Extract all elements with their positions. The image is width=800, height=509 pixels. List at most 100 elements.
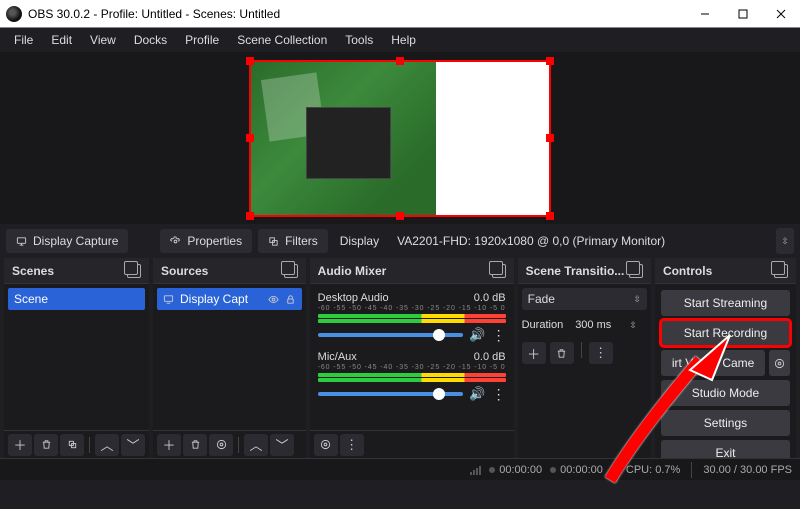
gear-icon	[216, 439, 227, 450]
rec-status-icon	[550, 467, 556, 473]
audio-meter	[318, 319, 506, 323]
audio-scale: -60 -55 -50 -45 -40 -35 -30 -25 -20 -15 …	[318, 364, 506, 371]
source-item-label: Display Capt	[180, 292, 248, 306]
scene-down-button[interactable]: ﹀	[121, 434, 145, 456]
add-transition-button[interactable]: ＋	[522, 342, 546, 364]
window-titlebar: OBS 30.0.2 - Profile: Untitled - Scenes:…	[0, 0, 800, 28]
filters-icon	[268, 236, 279, 247]
detach-icon[interactable]	[629, 264, 643, 278]
lock-icon[interactable]	[285, 294, 296, 305]
audio-menu-button[interactable]: ⋮	[492, 331, 506, 339]
menu-scene-collection[interactable]: Scene Collection	[229, 31, 335, 49]
menubar: FileEditViewDocksProfileScene Collection…	[0, 28, 800, 52]
detach-icon[interactable]	[492, 264, 506, 278]
audio-channel-level: 0.0 dB	[474, 351, 506, 363]
virtual-camera-settings-button[interactable]	[769, 350, 790, 376]
source-settings-button[interactable]	[209, 434, 233, 456]
volume-slider[interactable]	[318, 392, 464, 396]
signal-icon	[470, 465, 481, 475]
capture-source-chip[interactable]: Display Capture	[6, 229, 128, 253]
trash-icon	[41, 439, 52, 450]
recording-timer: 00:00:00	[560, 464, 603, 476]
sources-title: Sources	[161, 264, 208, 278]
speaker-icon[interactable]: 🔊	[469, 327, 485, 343]
studio-mode-button[interactable]: Studio Mode	[661, 380, 790, 406]
spinner-icon: ⇳	[633, 294, 641, 305]
start-streaming-button[interactable]: Start Streaming	[661, 290, 790, 316]
menu-edit[interactable]: Edit	[43, 31, 80, 49]
transition-select[interactable]: Fade ⇳	[522, 288, 647, 310]
audio-scale: -60 -55 -50 -45 -40 -35 -30 -25 -20 -15 …	[318, 305, 506, 312]
menu-docks[interactable]: Docks	[126, 31, 175, 49]
preview-stage[interactable]	[0, 52, 800, 224]
audio-channel-name: Mic/Aux	[318, 351, 357, 363]
display-label: Display	[334, 234, 385, 248]
rec-status-icon	[489, 467, 495, 473]
add-source-button[interactable]: ＋	[157, 434, 181, 456]
transitions-title: Scene Transitio...	[526, 264, 625, 278]
exit-button[interactable]: Exit	[661, 440, 790, 458]
transition-menu-button[interactable]: ⋮	[589, 342, 613, 364]
display-spinner[interactable]: ⇳	[776, 228, 794, 254]
cpu-usage: CPU: 0.7%	[626, 464, 680, 476]
preview-source-box[interactable]	[250, 61, 550, 216]
gear-icon	[774, 358, 785, 369]
menu-help[interactable]: Help	[383, 31, 424, 49]
detach-icon[interactable]	[127, 264, 141, 278]
scenes-panel: Scenes Scene ＋ ︿ ﹀	[4, 258, 149, 458]
filter-icon	[67, 439, 78, 450]
volume-slider[interactable]	[318, 333, 464, 337]
monitor-icon	[16, 236, 27, 247]
audio-menu-button[interactable]: ⋮	[492, 390, 506, 398]
speaker-icon[interactable]: 🔊	[469, 386, 485, 402]
audio-channel-level: 0.0 dB	[474, 292, 506, 304]
preview-content	[250, 61, 550, 216]
properties-button[interactable]: Properties	[160, 229, 252, 253]
gear-icon	[320, 439, 331, 450]
duration-input[interactable]: 300 ms	[569, 316, 623, 334]
transitions-panel: Scene Transitio... Fade ⇳ Duration 300 m…	[518, 258, 651, 458]
audio-channel: Desktop Audio 0.0 dB-60 -55 -50 -45 -40 -…	[318, 292, 506, 343]
source-item[interactable]: Display Capt	[157, 288, 302, 310]
source-down-button[interactable]: ﹀	[270, 434, 294, 456]
trash-icon	[556, 348, 567, 359]
scene-filters-button[interactable]	[60, 434, 84, 456]
scene-up-button[interactable]: ︿	[95, 434, 119, 456]
trash-icon	[190, 439, 201, 450]
fps-counter: 30.00 / 30.00 FPS	[703, 464, 792, 476]
close-button[interactable]	[762, 0, 800, 27]
audio-meter	[318, 314, 506, 318]
audio-menu-button[interactable]: ⋮	[340, 434, 364, 456]
delete-scene-button[interactable]	[34, 434, 58, 456]
add-scene-button[interactable]: ＋	[8, 434, 32, 456]
maximize-button[interactable]	[724, 0, 762, 27]
spinner-icon[interactable]: ⇳	[629, 320, 637, 331]
audio-mixer-panel: Audio Mixer Desktop Audio0.0 dB-60 -55 -…	[310, 258, 514, 458]
detach-icon[interactable]	[284, 264, 298, 278]
filters-button[interactable]: Filters	[258, 229, 328, 253]
menu-tools[interactable]: Tools	[337, 31, 381, 49]
settings-button[interactable]: Settings	[661, 410, 790, 436]
streaming-timer: 00:00:00	[499, 464, 542, 476]
delete-source-button[interactable]	[183, 434, 207, 456]
audio-settings-button[interactable]	[314, 434, 338, 456]
eye-icon[interactable]	[268, 294, 279, 305]
scene-item[interactable]: Scene	[8, 288, 145, 310]
display-value: VA2201-FHD: 1920x1080 @ 0,0 (Primary Mon…	[391, 234, 770, 248]
source-up-button[interactable]: ︿	[244, 434, 268, 456]
audio-meter	[318, 378, 506, 382]
menu-file[interactable]: File	[6, 31, 41, 49]
virtual-camera-button[interactable]: irt Virtual Came	[661, 350, 765, 376]
audio-channel-name: Desktop Audio	[318, 292, 389, 304]
detach-icon[interactable]	[774, 264, 788, 278]
menu-view[interactable]: View	[82, 31, 124, 49]
obs-logo-icon	[6, 6, 22, 22]
audio-channel: Mic/Aux 0.0 dB-60 -55 -50 -45 -40 -35 -30…	[318, 351, 506, 402]
menu-profile[interactable]: Profile	[177, 31, 227, 49]
audio-title: Audio Mixer	[318, 264, 387, 278]
status-bar: 00:00:00 00:00:00 CPU: 0.7% 30.00 / 30.0…	[0, 458, 800, 480]
start-recording-button[interactable]: Start Recording	[661, 320, 790, 346]
delete-transition-button[interactable]	[550, 342, 574, 364]
gear-icon	[170, 236, 181, 247]
minimize-button[interactable]	[686, 0, 724, 27]
